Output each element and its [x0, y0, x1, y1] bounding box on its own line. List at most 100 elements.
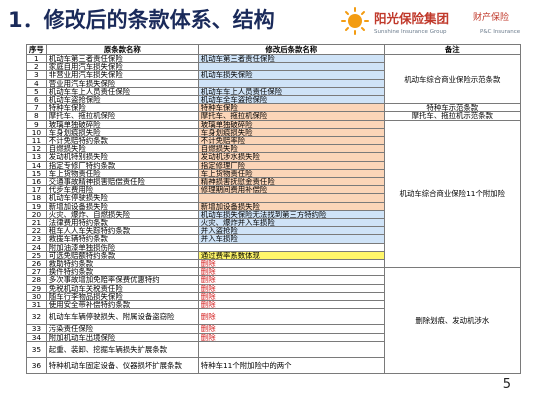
revised-clause-name: 删除: [197, 275, 385, 285]
revised-clause-name: 机动车全车盗抢保险: [197, 95, 385, 105]
original-clause-name: 机动车停驶损失险: [45, 193, 199, 203]
revised-clause-name: 机动车车上人员责任保险: [197, 86, 385, 97]
original-clause-name: 特种机动车固定设备、仪器损坏扩展条款: [45, 356, 199, 374]
original-clause-name: 机动车盗抢保险: [45, 95, 199, 105]
original-clause-name: 自燃损失险: [45, 144, 199, 154]
row-number: 21: [26, 218, 47, 228]
original-clause-name: 污染责任保险: [45, 324, 199, 334]
revised-clause-name: 车上货物责任险: [197, 168, 385, 179]
company-logo: 阳光保险集团 财产保险 Sunshine Insurance Group P&C…: [340, 6, 530, 42]
logo-sub-cn: 财产保险: [473, 13, 510, 23]
revised-clause-name: 删除: [197, 324, 385, 334]
original-clause-name: 发动机特别损失险: [45, 152, 199, 162]
logo-name-cn: 阳光保险集团: [374, 11, 450, 26]
original-clause-name: 火灾、爆炸、自燃损失险: [45, 209, 199, 220]
row-number: 9: [26, 119, 47, 129]
slide-title: 1．修改后的条款体系、结构: [8, 8, 275, 32]
row-number: 25: [26, 250, 47, 261]
original-clause-name: 机动车车上人员责任保险: [45, 86, 199, 97]
revised-clause-name: 精神损害抚慰金责任险: [197, 177, 385, 187]
table-row: 27 换件特约条款 删除 删除划痕、发动机涉水: [26, 267, 521, 374]
row-number: 20: [26, 209, 47, 220]
original-clause-name: 玻璃单独破碎险: [45, 119, 199, 129]
revised-clause-name: 修理期间费用补偿险: [197, 185, 385, 195]
original-clause-name: 机动车第三者责任保险: [45, 53, 199, 64]
original-clause-name: 交通事故精神损害赔偿责任险: [45, 177, 199, 187]
row-number: 16: [26, 177, 47, 187]
table-row: 7 特种车保险 特种车保险 特种车示范条款: [26, 103, 521, 113]
row-number: 31: [26, 300, 47, 310]
row-number: 1: [26, 53, 47, 64]
row-number: 15: [26, 168, 47, 179]
revised-clause-name: [197, 340, 385, 358]
row-number: 19: [26, 201, 47, 211]
original-clause-name: 特种车保险: [45, 103, 199, 113]
row-number: 34: [26, 332, 47, 342]
row-number: 17: [26, 185, 47, 195]
original-clause-name: 换件特约条款: [45, 267, 199, 277]
table-row: 1 机动车第三者责任保险 机动车第三者责任保险 机动车综合商业保险示范条款: [26, 53, 521, 105]
revised-clause-name: 不计免赔率险: [197, 136, 385, 146]
revised-clause-name: 机动车第三者责任保险: [197, 53, 385, 64]
row-number: 27: [26, 267, 47, 277]
original-clause-name: 不计免赔特约条款: [45, 136, 199, 146]
original-clause-name: 起重、装卸、挖掘车辆损失扩展条款: [45, 340, 199, 358]
original-clause-name: 使用安全带补偿特约条款: [45, 300, 199, 310]
row-number: 33: [26, 324, 47, 334]
table-header-row: 序号 原条款名称 修改后条款名称 备注: [26, 44, 521, 55]
revised-clause-name: 删除: [197, 308, 385, 326]
revised-clause-name: 新增加设备损失险: [197, 201, 385, 211]
original-clause-name: 车身划痕损失险: [45, 127, 199, 138]
row-number: 36: [26, 356, 47, 374]
original-clause-name: 营业用汽车损失保险: [45, 78, 199, 88]
row-number: 23: [26, 234, 47, 244]
revised-clause-name: [197, 62, 385, 72]
row-number: 8: [26, 111, 47, 121]
revised-clause-name: 特种车保险: [197, 103, 385, 113]
row-number: 3: [26, 70, 47, 80]
original-clause-name: 代步车费用险: [45, 185, 199, 195]
sunshine-logo-icon: [341, 7, 369, 35]
revised-clause-name: 并入盗抢险: [197, 226, 385, 236]
revised-clause-name: 删除: [197, 332, 385, 342]
row-number: 32: [26, 308, 47, 326]
revised-clause-name: 删除: [197, 259, 385, 269]
revised-clause-name: 机动车损失保险: [197, 70, 385, 80]
revised-clause-name: [197, 193, 385, 203]
original-clause-name: 救助特约条款: [45, 259, 199, 269]
original-clause-name: 可选免赔额特约条款: [45, 250, 199, 261]
row-number: 2: [26, 62, 47, 72]
revised-clause-name: 机动车损失保险无法找到第三方特约险: [197, 209, 385, 220]
original-clause-name: 家庭自用汽车损失保险: [45, 62, 199, 72]
row-number: 5: [26, 86, 47, 97]
revised-clause-name: [197, 78, 385, 88]
original-clause-name: 免税机动车关税责任险: [45, 283, 199, 293]
column-header: 修改后条款名称: [197, 44, 385, 55]
revised-clause-name: 摩托车、拖拉机保险: [197, 111, 385, 121]
revised-clause-name: 特种车11个附加险中的两个: [197, 356, 385, 374]
row-number: 29: [26, 283, 47, 293]
original-clause-name: 多次事故增加免赔率保费优惠特约: [45, 275, 199, 285]
row-number: 30: [26, 291, 47, 302]
remark-cell: 机动车综合商业保险11个附加险: [383, 119, 521, 269]
original-clause-name: 法律费用特约条款: [45, 218, 199, 228]
row-number: 26: [26, 259, 47, 269]
original-clause-name: 租车人人车失踪特约条款: [45, 226, 199, 236]
revised-clause-name: 并入车损险: [197, 234, 385, 244]
row-number: 35: [26, 340, 47, 358]
revised-clause-name: [197, 242, 385, 252]
table-row: 8 摩托车、拖拉机保险 摩托车、拖拉机保险 摩托车、拖拉机示范条款: [26, 111, 521, 121]
revised-clause-name: 车身划痕损失险: [197, 127, 385, 138]
original-clause-name: 新增加设备损失险: [45, 201, 199, 211]
original-clause-name: 摩托车、拖拉机保险: [45, 111, 199, 121]
original-clause-name: 附加油漆单独损伤险: [45, 242, 199, 252]
revised-clause-name: 玻璃单独破碎险: [197, 119, 385, 129]
row-number: 18: [26, 193, 47, 203]
logo-name-en: Sunshine Insurance Group: [374, 29, 447, 35]
column-header: 备注: [383, 44, 521, 55]
revised-clause-name: 自燃损失险: [197, 144, 385, 154]
remark-cell: 摩托车、拖拉机示范条款: [383, 111, 521, 121]
row-number: 14: [26, 160, 47, 170]
row-number: 28: [26, 275, 47, 285]
original-clause-name: 附加机动车出境保险: [45, 332, 199, 342]
